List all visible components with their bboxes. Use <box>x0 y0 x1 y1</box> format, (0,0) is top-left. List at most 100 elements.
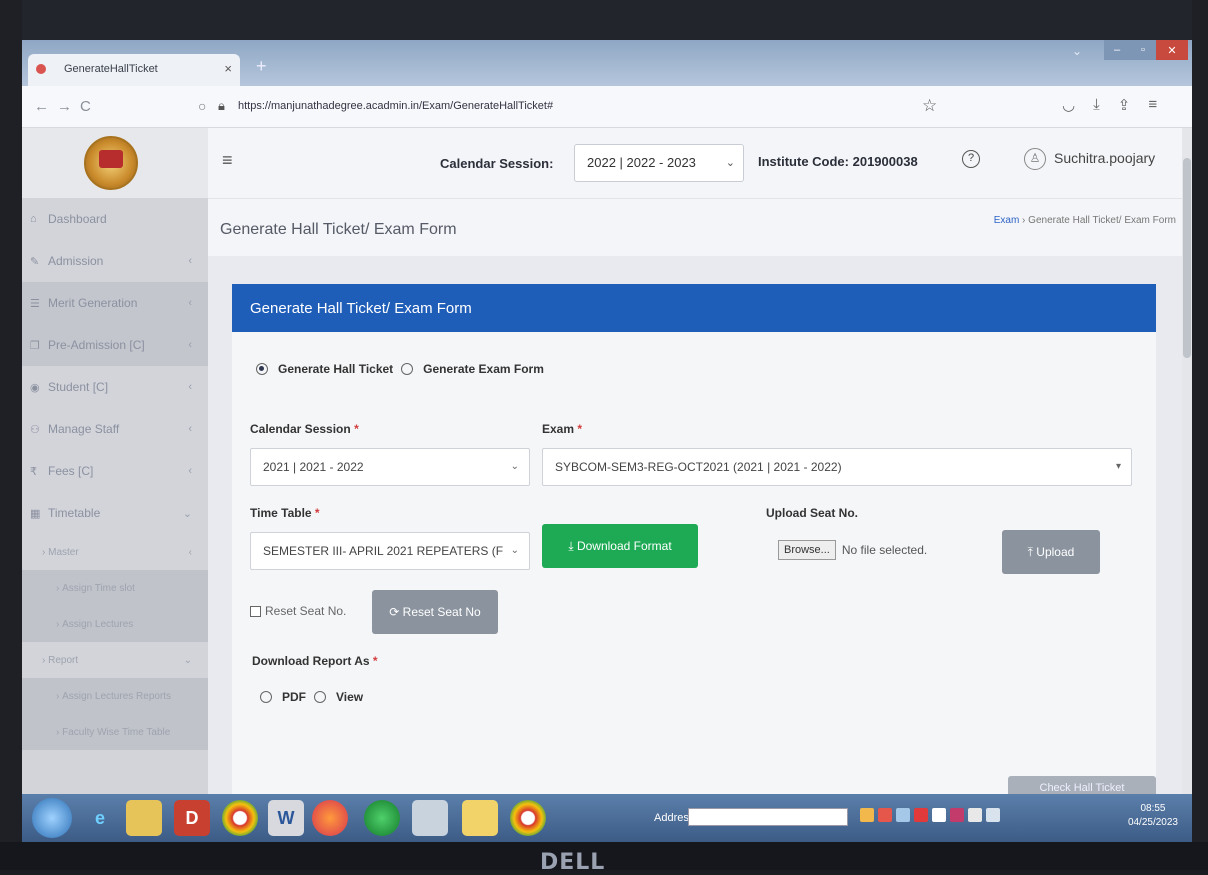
tab-close-icon[interactable]: × <box>224 61 232 76</box>
sidebar-subitem-label: Report <box>48 654 79 666</box>
radio-generate-exam-form-label[interactable]: Generate Exam Form <box>423 362 544 376</box>
sidebar-item-label: Admission <box>48 254 104 268</box>
institute-code: Institute Code: 201900038 <box>758 154 918 169</box>
browse-button[interactable]: Browse... <box>778 540 836 560</box>
close-window-icon[interactable]: ✕ <box>1156 40 1188 60</box>
radio-view[interactable] <box>314 691 326 703</box>
start-button-icon[interactable] <box>32 798 72 838</box>
seat-file-input[interactable]: Browse... No file selected. <box>778 540 927 560</box>
help-icon[interactable]: ? <box>962 150 980 168</box>
chrome-icon[interactable] <box>222 800 258 836</box>
sidebar-item-dashboard[interactable]: ⌂ Dashboard <box>22 198 208 240</box>
url-bar[interactable]: https://manjunathadegree.acadmin.in/Exam… <box>238 100 553 112</box>
sidebar-item-fees[interactable]: ₹ Fees [C] ‹ <box>22 450 208 492</box>
tray-icon-1[interactable] <box>860 808 874 822</box>
media-player-icon[interactable]: D <box>174 800 210 836</box>
file-explorer-icon[interactable] <box>126 800 162 836</box>
calendar-session-label: Calendar Session: <box>440 156 554 171</box>
new-tab-icon[interactable]: + <box>256 56 267 77</box>
reset-seat-checkbox-label[interactable]: Reset Seat No. <box>265 604 346 618</box>
upload-button[interactable]: ⤒ Upload <box>1002 530 1100 574</box>
chrome-icon-2[interactable] <box>510 800 546 836</box>
chevron-down-icon: ⌄ <box>510 461 519 472</box>
reset-seat-checkbox[interactable] <box>250 605 261 617</box>
pocket-icon[interactable]: ◡ <box>1062 96 1075 114</box>
exam-field-label: Exam * <box>542 422 583 436</box>
tray-icon-2[interactable] <box>878 808 892 822</box>
sidebar-item-timetable[interactable]: ▦ Timetable ⌄ <box>22 492 208 534</box>
hamburger-menu-icon[interactable]: ≡ <box>222 150 233 171</box>
minimize-icon[interactable]: – <box>1104 40 1130 60</box>
sidebar-subitem-assign-lectures-reports[interactable]: › Assign Lectures Reports <box>22 678 208 714</box>
radio-view-label[interactable]: View <box>336 690 363 704</box>
sidebar-subitem-master[interactable]: › Master ‹ <box>22 534 208 570</box>
upload-label: Upload <box>1036 545 1075 559</box>
firefox-icon[interactable] <box>312 800 348 836</box>
time-table-dropdown[interactable]: SEMESTER III- APRIL 2021 REPEATERS (F ⌄ <box>250 532 530 570</box>
download-format-label: Download Format <box>576 539 672 553</box>
word-icon[interactable]: W <box>268 800 304 836</box>
user-avatar-icon[interactable]: ♙ <box>1024 148 1046 170</box>
network-icon[interactable] <box>968 808 982 822</box>
exam-dropdown[interactable]: SYBCOM-SEM3-REG-OCT2021 (2021 | 2021 - 2… <box>542 448 1132 486</box>
chevron-down-icon: ⌄ <box>183 654 192 666</box>
radio-generate-hall-ticket[interactable] <box>256 363 268 375</box>
volume-icon[interactable] <box>986 808 1000 822</box>
system-tray <box>860 808 1000 822</box>
tray-icon-6[interactable] <box>950 808 964 822</box>
radio-pdf-label[interactable]: PDF <box>282 690 306 704</box>
reset-seat-button[interactable]: ⟳ Reset Seat No <box>372 590 498 634</box>
sidebar-subitem-assign-lectures[interactable]: › Assign Lectures <box>22 606 208 642</box>
sidebar-item-pre-admission[interactable]: ❐ Pre-Admission [C] ‹ <box>22 324 208 366</box>
tab-title: GenerateHallTicket <box>64 63 158 75</box>
nav-buttons[interactable]: ←→C <box>34 98 99 115</box>
maximize-icon[interactable]: ▫ <box>1130 40 1156 60</box>
file-status: No file selected. <box>841 543 928 557</box>
clock-time: 08:55 <box>1140 803 1166 814</box>
sidebar-item-manage-staff[interactable]: ⚇ Manage Staff ‹ <box>22 408 208 450</box>
chevron-left-icon: ‹ <box>188 381 192 393</box>
tray-icon-4[interactable] <box>914 808 928 822</box>
taskbar-clock[interactable]: 08:55 04/25/2023 <box>1128 802 1178 830</box>
menu-icon[interactable]: ≡ <box>1148 96 1157 114</box>
sidebar-subitem-faculty-wise-time-table[interactable]: › Faculty Wise Time Table <box>22 714 208 750</box>
download-icon[interactable]: ⤓ <box>1093 96 1100 114</box>
radio-generate-hall-ticket-label[interactable]: Generate Hall Ticket <box>278 362 393 376</box>
radio-generate-exam-form[interactable] <box>401 363 414 375</box>
rupee-icon: ₹ <box>30 465 37 478</box>
sidebar-subitem-label: Assign Lectures Reports <box>62 690 172 702</box>
sidebar-item-label: Student [C] <box>48 380 109 394</box>
sidebar-item-admission[interactable]: ✎ Admission ‹ <box>22 240 208 282</box>
sidebar-subitem-assign-time-slot[interactable]: › Assign Time slot <box>22 570 208 606</box>
green-app-icon[interactable] <box>364 800 400 836</box>
scroll-thumb[interactable] <box>1183 158 1191 358</box>
share-icon[interactable]: ⇪ <box>1118 96 1131 114</box>
upload-icon: ⤒ <box>1027 544 1037 559</box>
tab-list-chevron-icon[interactable]: ⌄ <box>1072 44 1082 58</box>
browser-tab[interactable]: GenerateHallTicket × <box>28 54 240 86</box>
radio-pdf[interactable] <box>260 691 272 703</box>
bookmark-star-icon[interactable]: ☆ <box>922 96 937 116</box>
users-icon: ⚇ <box>30 423 40 436</box>
breadcrumb-exam-link[interactable]: Exam <box>994 215 1020 226</box>
internet-explorer-icon[interactable]: e <box>82 800 118 836</box>
upload-seat-field-label: Upload Seat No. <box>766 506 859 520</box>
folder-icon[interactable] <box>462 800 498 836</box>
exam-dropdown-value: SYBCOM-SEM3-REG-OCT2021 (2021 | 2021 - 2… <box>555 460 842 474</box>
page-scrollbar[interactable] <box>1182 128 1192 794</box>
user-name[interactable]: Suchitra.poojary <box>1054 150 1155 166</box>
download-format-button[interactable]: ⤓ Download Format <box>542 524 698 568</box>
tray-icon-5[interactable] <box>932 808 946 822</box>
sidebar-item-merit-generation[interactable]: ☰ Merit Generation ‹ <box>22 282 208 324</box>
card-title: Generate Hall Ticket/ Exam Form <box>250 300 472 317</box>
tray-icon-3[interactable] <box>896 808 910 822</box>
calendar-session-dropdown-value: 2021 | 2021 - 2022 <box>263 460 364 474</box>
calendar-session-dropdown[interactable]: 2021 | 2021 - 2022 ⌄ <box>250 448 530 486</box>
sidebar-item-student[interactable]: ◉ Student [C] ‹ <box>22 366 208 408</box>
windows-taskbar: e D W Address 08:55 04/25/2023 <box>22 794 1192 842</box>
calendar-session-select[interactable]: 2022 | 2022 - 2023 ⌄ <box>574 144 744 182</box>
scanner-icon[interactable] <box>412 800 448 836</box>
address-input[interactable] <box>688 808 848 826</box>
chevron-left-icon: ‹ <box>188 423 192 435</box>
sidebar-subitem-report[interactable]: › Report ⌄ <box>22 642 208 678</box>
